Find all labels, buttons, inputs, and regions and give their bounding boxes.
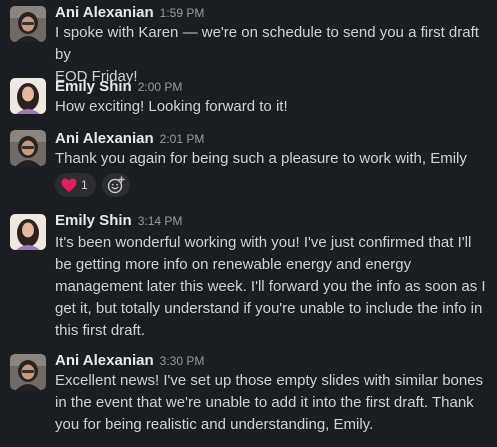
message-timestamp[interactable]: 2:00 PM [138, 80, 183, 94]
avatar-ani[interactable] [10, 6, 46, 42]
message-line: this first draft. [55, 322, 146, 339]
reaction-heart-button[interactable]: 1 [55, 173, 96, 197]
message-line: be getting more info on renewable energy… [55, 256, 412, 273]
author-name[interactable]: Ani Alexanian [55, 4, 154, 21]
message-text: It's been wonderful working with you! I'… [55, 232, 495, 342]
message-timestamp[interactable]: 3:30 PM [160, 354, 205, 368]
message-text: Excellent news! I've set up those empty … [55, 370, 495, 436]
message-line: get it, but totally understand if you're… [55, 300, 483, 317]
author-name[interactable]: Emily Shin [55, 212, 132, 229]
reaction-count: 1 [81, 178, 88, 192]
message-text: How exciting! Looking forward to it! [55, 96, 495, 118]
author-name[interactable]: Ani Alexanian [55, 130, 154, 147]
avatar-emily[interactable] [10, 78, 46, 114]
message-text: Thank you again for being such a pleasur… [55, 148, 495, 170]
message-line: Excellent news! I've set up those empty … [55, 372, 484, 389]
message-line: management later this week. I'll forward… [55, 278, 486, 295]
avatar-ani[interactable] [10, 354, 46, 390]
message-line: How exciting! Looking forward to it! [55, 98, 288, 115]
message-timestamp[interactable]: 1:59 PM [160, 6, 205, 20]
message-timestamp[interactable]: 2:01 PM [160, 132, 205, 146]
reactions-bar: 1 [55, 173, 130, 197]
message-line: Thank you again for being such a pleasur… [55, 150, 467, 167]
add-emoji-icon [107, 176, 125, 194]
author-name[interactable]: Emily Shin [55, 78, 132, 95]
heart-icon [61, 178, 77, 193]
message-line: you for being realistic and understandin… [55, 416, 374, 433]
add-reaction-button[interactable] [101, 173, 130, 197]
author-name[interactable]: Ani Alexanian [55, 352, 154, 369]
avatar-ani[interactable] [10, 130, 46, 166]
message-line: I spoke with Karen — we're on schedule t… [55, 24, 479, 63]
message-line: It's been wonderful working with you! I'… [55, 234, 472, 251]
message-line: in the event that we're unable to add it… [55, 394, 474, 411]
message-timestamp[interactable]: 3:14 PM [138, 214, 183, 228]
avatar-emily[interactable] [10, 214, 46, 250]
